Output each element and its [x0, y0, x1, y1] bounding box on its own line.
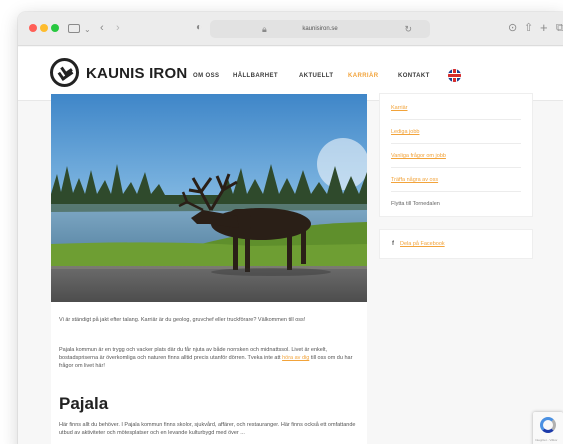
logo-text[interactable]: KAUNIS IRON — [86, 65, 187, 83]
shield-icon[interactable]: ◐ — [196, 20, 202, 36]
sidebar-item-flytta: Flytta till Tornedalen — [391, 201, 440, 207]
facebook-icon: f — [392, 241, 394, 247]
reindeer-photo — [51, 94, 367, 302]
chevron-down-icon[interactable]: ⌄ — [84, 22, 91, 38]
sidebar-links-card: Karriär Lediga jobb Vanliga frågor om jo… — [380, 94, 532, 216]
nav-hallbarhet[interactable]: HÅLLBARHET — [233, 72, 278, 80]
pajala-description: Här finns allt du behöver. I Pajala komm… — [59, 422, 356, 436]
uk-flag-icon[interactable] — [448, 69, 461, 82]
share-icon[interactable]: ⇧ — [524, 20, 533, 36]
hero-image — [51, 94, 367, 302]
sidebar-icon[interactable] — [68, 24, 80, 33]
download-icon[interactable]: ⊙ — [508, 20, 517, 36]
logo-icon[interactable] — [50, 58, 79, 87]
browser-toolbar: ⌄ ‹ › ◐ 🔒︎ kaunisiron.se ↻ ⊙ ⇧ + ⧉ — [18, 12, 563, 46]
recaptcha-text: Integritet - Villkor — [535, 438, 558, 442]
browser-window: ⌄ ‹ › ◐ 🔒︎ kaunisiron.se ↻ ⊙ ⇧ + ⧉ KAUNI… — [18, 12, 563, 444]
nav-om-oss[interactable]: OM OSS — [193, 72, 219, 80]
site-header: KAUNIS IRON OM OSS HÅLLBARHET AKTUELLT K… — [18, 47, 563, 101]
share-facebook-link[interactable]: Dela på Facebook — [400, 240, 445, 248]
sidebar-link-lediga-jobb[interactable]: Lediga jobb — [391, 120, 521, 144]
nav-aktuellt[interactable]: AKTUELLT — [299, 72, 333, 80]
tabs-icon[interactable]: ⧉ — [556, 20, 563, 36]
new-tab-icon[interactable]: + — [540, 20, 548, 36]
nav-kontakt[interactable]: KONTAKT — [398, 72, 430, 80]
facebook-share-card: f Dela på Facebook — [380, 230, 532, 258]
back-icon[interactable]: ‹ — [100, 20, 104, 36]
zoom-window-button[interactable] — [51, 24, 59, 32]
contact-link[interactable]: höra av dig — [282, 355, 309, 361]
intro-paragraph: Vi är ständigt på jakt efter talang. Kar… — [59, 317, 306, 323]
close-window-button[interactable] — [29, 24, 37, 32]
minimize-window-button[interactable] — [40, 24, 48, 32]
address-bar[interactable]: 🔒︎ kaunisiron.se ↻ — [210, 20, 430, 38]
main-content: Vi är ständigt på jakt efter talang. Kar… — [51, 94, 367, 444]
recaptcha-icon — [540, 417, 556, 433]
sidebar-link-vanliga-fragor[interactable]: Vanliga frågor om jobb — [391, 144, 521, 168]
nav-karriar[interactable]: KARRIÄR — [348, 72, 378, 80]
forward-icon[interactable]: › — [116, 20, 120, 36]
sidebar-link-traffa-oss[interactable]: Träffa några av oss — [391, 168, 521, 192]
url-text: kaunisiron.se — [302, 26, 338, 32]
sidebar-link-karriar[interactable]: Karriär — [391, 96, 521, 120]
reload-icon[interactable]: ↻ — [404, 23, 412, 35]
recaptcha-badge[interactable]: Integritet - Villkor — [533, 412, 563, 444]
pajala-paragraph: Pajala kommun är en trygg och vacker pla… — [59, 346, 359, 370]
section-title: Pajala — [59, 394, 109, 413]
